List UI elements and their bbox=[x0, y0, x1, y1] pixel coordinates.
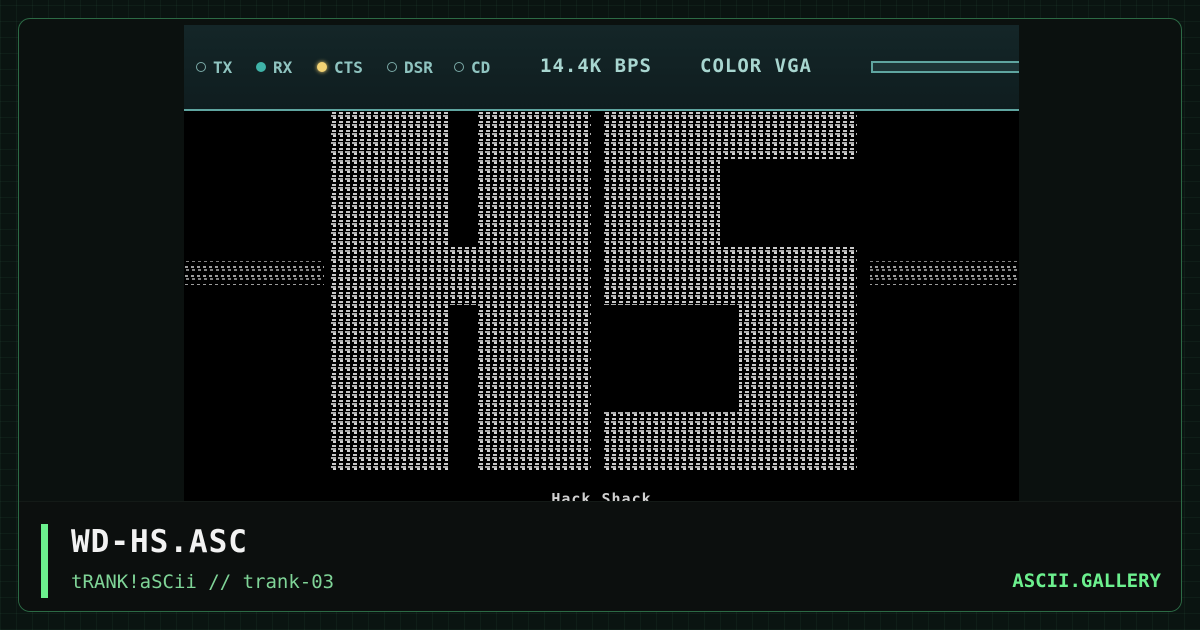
tx-led-icon bbox=[196, 62, 206, 72]
dsr-indicator: DSR bbox=[387, 57, 433, 77]
dsr-led-icon bbox=[387, 62, 397, 72]
info-footer: WD-HS.ASC tRANK!aSCii // trank-03 ASCII.… bbox=[19, 501, 1181, 611]
cts-led-icon bbox=[317, 62, 327, 72]
preview-card: TX RX CTS DSR CD 14.4K BPS COLOR VGA Hac… bbox=[18, 18, 1182, 612]
modem-status-bar: TX RX CTS DSR CD 14.4K BPS COLOR VGA bbox=[184, 25, 1019, 111]
file-meta: tRANK!aSCii // trank-03 bbox=[71, 571, 335, 593]
display-mode: COLOR VGA bbox=[700, 55, 812, 77]
cts-indicator: CTS bbox=[317, 57, 363, 77]
site-brand-link[interactable]: ASCII.GALLERY bbox=[1012, 570, 1161, 592]
accent-bar bbox=[41, 524, 48, 598]
baud-rate: 14.4K BPS bbox=[540, 55, 652, 77]
rx-indicator: RX bbox=[256, 57, 292, 77]
ascii-art-image bbox=[184, 111, 1019, 511]
tx-indicator: TX bbox=[196, 57, 232, 77]
rx-led-icon bbox=[256, 62, 266, 72]
transfer-progress-bar bbox=[871, 61, 1019, 73]
cd-indicator: CD bbox=[454, 57, 490, 77]
terminal-screen: TX RX CTS DSR CD 14.4K BPS COLOR VGA Hac… bbox=[184, 25, 1019, 511]
cd-led-icon bbox=[454, 62, 464, 72]
file-title: WD-HS.ASC bbox=[71, 524, 248, 560]
